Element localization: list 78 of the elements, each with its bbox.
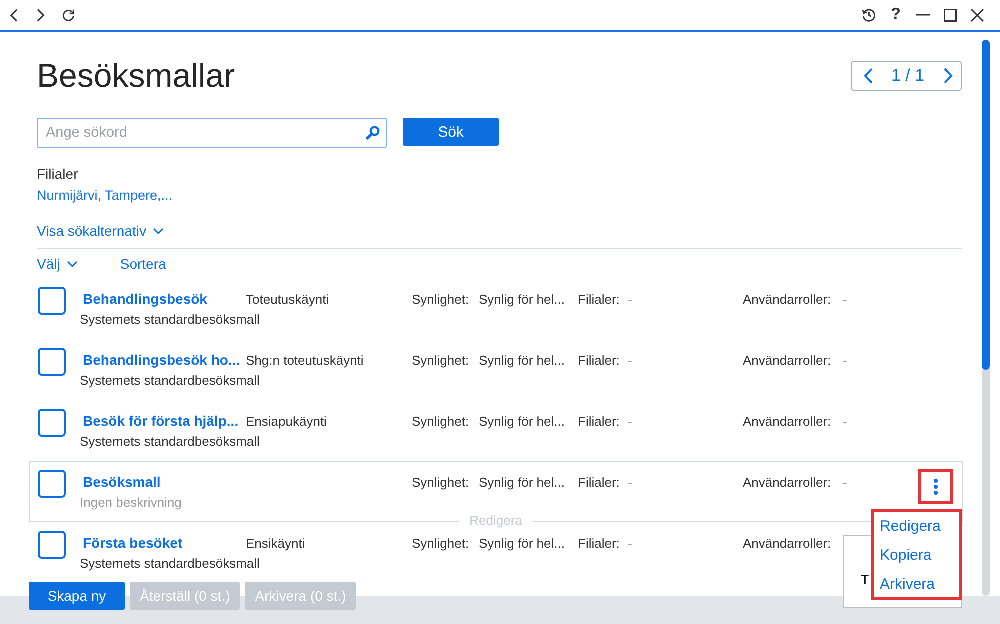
user-roles-label: Användarroller: (743, 536, 832, 550)
menu-item[interactable]: Arkivera (880, 570, 936, 599)
chevron-right-icon (944, 68, 952, 84)
branches-label: Filialer: (578, 474, 620, 490)
maximize-icon (944, 8, 956, 22)
chevron-right-icon (37, 8, 45, 22)
branches-value: - (628, 414, 632, 428)
footer-button[interactable]: Skapa ny (29, 582, 125, 610)
checkbox[interactable] (38, 348, 66, 376)
checkbox[interactable] (38, 470, 66, 498)
template-title-link[interactable]: Behandlingsbesök ho... (80, 352, 240, 368)
page-indicator: 1 / 1 (891, 66, 925, 86)
search-button[interactable]: Sök (403, 118, 499, 146)
help-button[interactable]: ? (885, 4, 907, 26)
select-dropdown[interactable]: Välj (37, 253, 78, 275)
user-roles-value: - (843, 474, 848, 490)
user-roles-value: - (843, 352, 848, 368)
template-title-link[interactable]: Besöksmall (80, 474, 161, 490)
checkbox[interactable] (38, 287, 66, 315)
menu-item[interactable]: Redigera (880, 512, 941, 541)
search-options-toggle[interactable]: Visa sökalternativ (37, 220, 164, 242)
visit-type-text: Ensikäynti (246, 536, 306, 550)
template-description: Systemets standardbesöksmall (80, 555, 260, 573)
user-roles-label: Användarroller: (743, 352, 832, 368)
menu-item[interactable]: Kopiera (880, 541, 932, 570)
template-description: Systemets standardbesöksmall (80, 311, 260, 329)
checkbox[interactable] (38, 531, 66, 559)
template-title-link[interactable]: Behandlingsbesök (80, 291, 208, 307)
search-icon[interactable] (366, 126, 380, 140)
template-description: Ingen beskrivning (80, 494, 182, 512)
visibility-label: Synlighet: (412, 292, 470, 306)
vertical-dots-icon (934, 478, 938, 494)
visit-type-text: Ensiapukäynti (246, 414, 327, 428)
filter-label: Filialer (37, 165, 78, 184)
popup-text: T (861, 571, 869, 589)
branch-filter-link[interactable]: Nurmijärvi, Tampere,... (37, 186, 173, 206)
chevron-left-icon (10, 8, 18, 22)
refresh-icon (62, 8, 74, 22)
branches-label: Filialer: (578, 352, 620, 368)
visibility-label: Synlighet: (412, 474, 470, 490)
chevron-down-icon (67, 260, 78, 268)
user-roles-label: Användarroller: (743, 414, 832, 428)
branches-label: Filialer: (578, 414, 620, 428)
scrollbar[interactable] (982, 40, 990, 596)
template-title-link[interactable]: Första besöket (80, 535, 183, 551)
branches-value: - (628, 352, 632, 368)
visibility-label: Synlighet: (412, 536, 470, 550)
visibility-value: Synlig för hel... (479, 292, 565, 306)
branches-value: - (628, 536, 632, 550)
visit-type-text: Toteutuskäynti (246, 292, 330, 306)
visibility-value: Synlig för hel... (479, 414, 565, 428)
branches-value: - (628, 474, 632, 490)
more-options-button[interactable] (918, 469, 953, 504)
user-roles-value: - (843, 414, 848, 428)
user-roles-value: - (843, 292, 848, 306)
visit-type-text: Shg:n toteutuskäynti (246, 352, 364, 368)
template-description: Systemets standardbesöksmall (80, 433, 260, 451)
user-roles-label: Användarroller: (743, 474, 832, 490)
search-field[interactable]: Ange sökord (37, 118, 387, 148)
visibility-label: Synlighet: (412, 414, 470, 428)
user-roles-label: Användarroller: (743, 292, 832, 306)
checkbox[interactable] (38, 409, 66, 437)
branches-value: - (628, 292, 632, 306)
visibility-value: Synlig för hel... (479, 536, 565, 550)
minimize-icon (916, 14, 930, 16)
visibility-label: Synlighet: (412, 352, 470, 368)
sort-button[interactable]: Sortera (120, 253, 166, 275)
visibility-value: Synlig för hel... (479, 352, 565, 368)
branches-label: Filialer: (578, 292, 620, 306)
template-title-link[interactable]: Besök för första hjälp... (80, 413, 239, 429)
close-icon (970, 8, 984, 22)
scrollbar-thumb[interactable] (982, 40, 990, 370)
template-description: Systemets standardbesöksmall (80, 372, 260, 390)
history-clock-icon (862, 8, 876, 22)
branches-label: Filialer: (578, 536, 620, 550)
page-title: Besöksmallar (37, 56, 236, 96)
visibility-value: Synlig för hel... (479, 474, 565, 490)
chevron-left-icon (864, 68, 872, 84)
